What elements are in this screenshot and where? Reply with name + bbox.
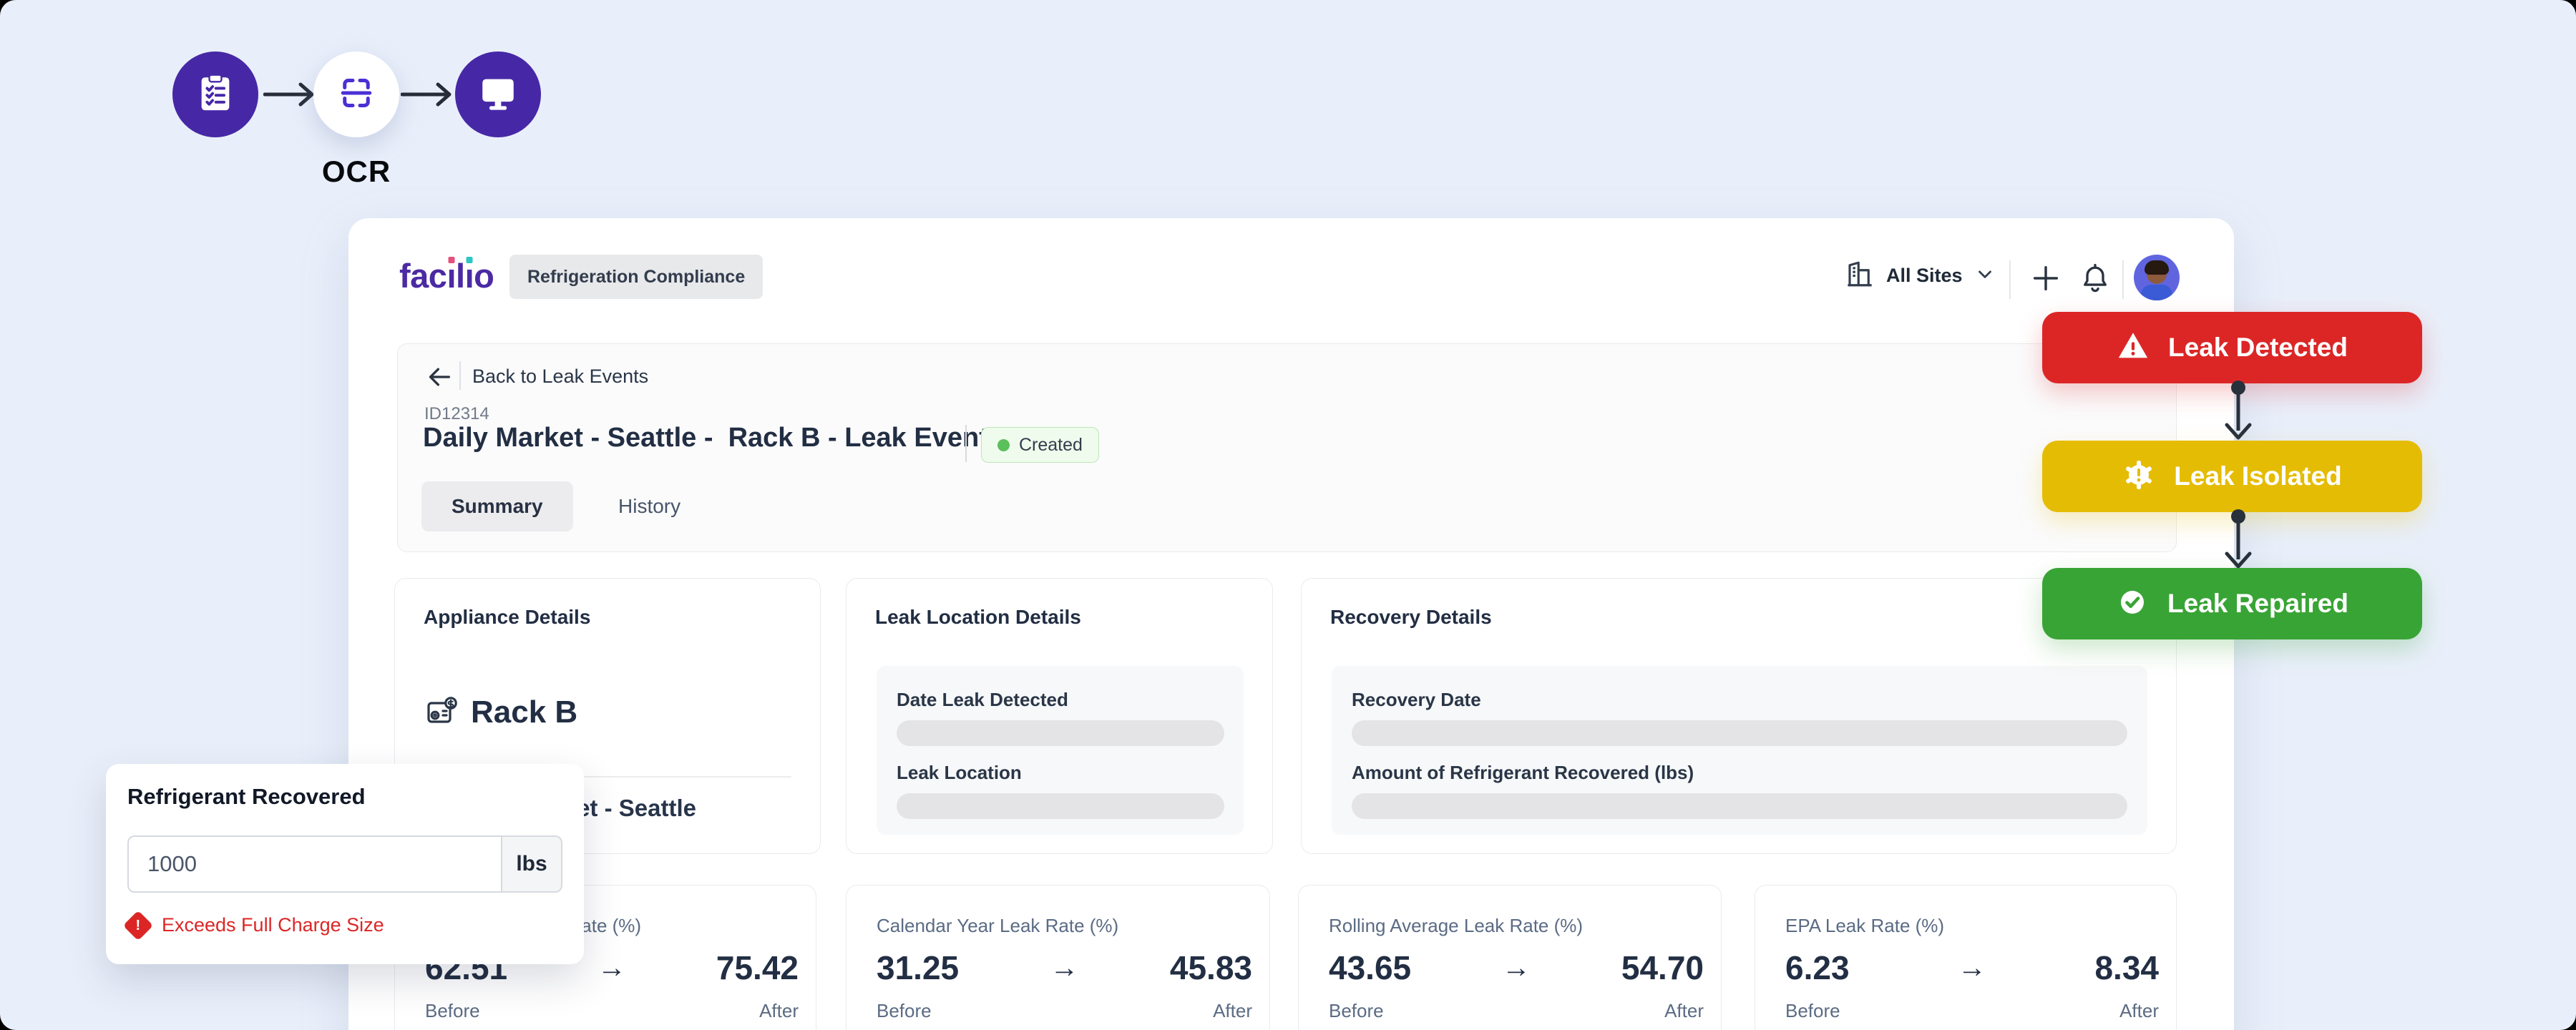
flow-connector-arrow	[2217, 378, 2260, 443]
workflow-step-ocr	[313, 52, 399, 137]
workflow-step-document	[172, 52, 258, 137]
back-to-leak-events-link[interactable]: Back to Leak Events	[472, 366, 648, 388]
tab-history[interactable]: History	[604, 481, 695, 531]
field-skeleton	[1352, 793, 2127, 819]
before-label: Before	[425, 1000, 480, 1022]
metric-after-value: 8.34	[2094, 948, 2159, 987]
chevron-down-icon	[1974, 263, 1996, 288]
metric-after-value: 75.42	[716, 948, 799, 987]
before-label: Before	[1329, 1000, 1384, 1022]
flow-badge-label: Leak Detected	[2168, 333, 2348, 363]
field-label: Amount of Refrigerant Recovered (lbs)	[1352, 762, 1694, 784]
site-selector[interactable]: All Sites	[1845, 259, 1996, 293]
screen-background: OCR facılıo Refrigeration Compliance All…	[0, 0, 2576, 1030]
event-header-panel: Back to Leak Events ID12314 Daily Market…	[397, 343, 2177, 552]
status-badge-label: Created	[1019, 435, 1083, 456]
field-skeleton	[897, 793, 1224, 819]
right-arrow-icon: →	[1958, 952, 1986, 984]
field-label: Leak Location	[897, 762, 1022, 784]
metric-before-value: 31.25	[877, 948, 959, 987]
appliance-name: Rack B	[471, 695, 577, 730]
gear-alert-icon	[2122, 458, 2155, 495]
after-label: After	[1213, 1000, 1252, 1022]
error-diamond-icon: !	[123, 910, 153, 940]
leak-location-details-card: Leak Location Details Date Leak Detected…	[846, 578, 1273, 854]
unit-suffix: lbs	[501, 837, 561, 891]
after-label: After	[2119, 1000, 2159, 1022]
plus-icon	[2029, 262, 2062, 298]
warning-triangle-icon	[2117, 330, 2150, 366]
metric-title: Rolling Average Leak Rate (%)	[1329, 914, 1704, 937]
metric-before-value: 43.65	[1329, 948, 1411, 987]
popover-title: Refrigerant Recovered	[127, 784, 366, 810]
metric-title: EPA Leak Rate (%)	[1785, 914, 2159, 937]
tab-summary[interactable]: Summary	[421, 481, 573, 531]
validation-error-text: Exceeds Full Charge Size	[162, 914, 384, 936]
before-label: Before	[1785, 1000, 1840, 1022]
status-dot	[997, 439, 1010, 451]
card-title: Appliance Details	[424, 606, 590, 629]
facilio-logo: facılıo	[399, 256, 494, 295]
leak-detected-badge[interactable]: Leak Detected	[2042, 312, 2422, 383]
right-arrow-icon: →	[597, 952, 626, 984]
refrigerant-amount-input[interactable]	[129, 837, 501, 891]
workflow-step-system	[455, 52, 541, 137]
refrigerant-recovered-popover: Refrigerant Recovered lbs ! Exceeds Full…	[106, 764, 584, 964]
workflow-arrow-icon	[263, 77, 318, 112]
field-label: Recovery Date	[1352, 689, 1481, 711]
metric-card-calendar-year-leak-rate: Calendar Year Leak Rate (%) 31.25 → 45.8…	[846, 885, 1270, 1030]
after-label: After	[759, 1000, 799, 1022]
validation-error: ! Exceeds Full Charge Size	[127, 914, 384, 936]
user-avatar[interactable]	[2134, 255, 2180, 300]
workflow-arrow-icon	[401, 77, 455, 112]
header-divider	[2122, 260, 2124, 299]
appliance-asset-icon	[425, 693, 459, 731]
check-circle-icon	[2116, 586, 2149, 622]
add-button[interactable]	[2029, 262, 2062, 298]
right-arrow-icon: →	[1502, 952, 1531, 984]
scan-icon	[335, 72, 378, 118]
back-arrow-icon[interactable]	[425, 363, 454, 395]
breadcrumb-divider	[459, 361, 461, 390]
leak-isolated-badge[interactable]: Leak Isolated	[2042, 441, 2422, 512]
metric-title: Calendar Year Leak Rate (%)	[877, 914, 1252, 937]
leak-repaired-badge[interactable]: Leak Repaired	[2042, 568, 2422, 639]
after-label: After	[1664, 1000, 1704, 1022]
title-divider	[965, 425, 967, 462]
status-badge: Created	[981, 427, 1099, 463]
page-title: Daily Market - Seattle - Rack B - Leak E…	[423, 423, 988, 453]
notifications-button[interactable]	[2079, 262, 2111, 297]
flow-badge-label: Leak Isolated	[2174, 461, 2341, 491]
flow-badge-label: Leak Repaired	[2167, 589, 2348, 619]
monitor-icon	[477, 72, 519, 117]
card-title: Recovery Details	[1330, 606, 1492, 629]
event-id: ID12314	[424, 404, 489, 424]
clipboard-check-icon	[195, 72, 236, 117]
site-selector-label: All Sites	[1886, 265, 1963, 287]
flow-connector-arrow	[2217, 506, 2260, 572]
field-skeleton	[897, 720, 1224, 746]
workflow-label: OCR	[306, 154, 406, 189]
right-arrow-icon: →	[1050, 952, 1079, 984]
field-label: Date Leak Detected	[897, 689, 1068, 711]
metric-after-value: 54.70	[1621, 948, 1704, 987]
metric-card-rolling-average-leak-rate: Rolling Average Leak Rate (%) 43.65 → 54…	[1298, 885, 1722, 1030]
app-name-badge: Refrigeration Compliance	[509, 255, 763, 299]
metric-before-value: 6.23	[1785, 948, 1850, 987]
metric-after-value: 45.83	[1170, 948, 1252, 987]
metric-card-epa-leak-rate: EPA Leak Rate (%) 6.23 → 8.34 Before Aft…	[1755, 885, 2177, 1030]
bell-icon	[2079, 262, 2111, 297]
field-group: Date Leak Detected Leak Location	[877, 666, 1244, 835]
building-icon	[1845, 259, 1875, 293]
refrigerant-amount-field: lbs	[127, 835, 562, 893]
field-group: Recovery Date Amount of Refrigerant Reco…	[1332, 666, 2147, 835]
header-divider	[2009, 260, 2011, 299]
before-label: Before	[877, 1000, 932, 1022]
card-title: Leak Location Details	[875, 606, 1081, 629]
field-skeleton	[1352, 720, 2127, 746]
